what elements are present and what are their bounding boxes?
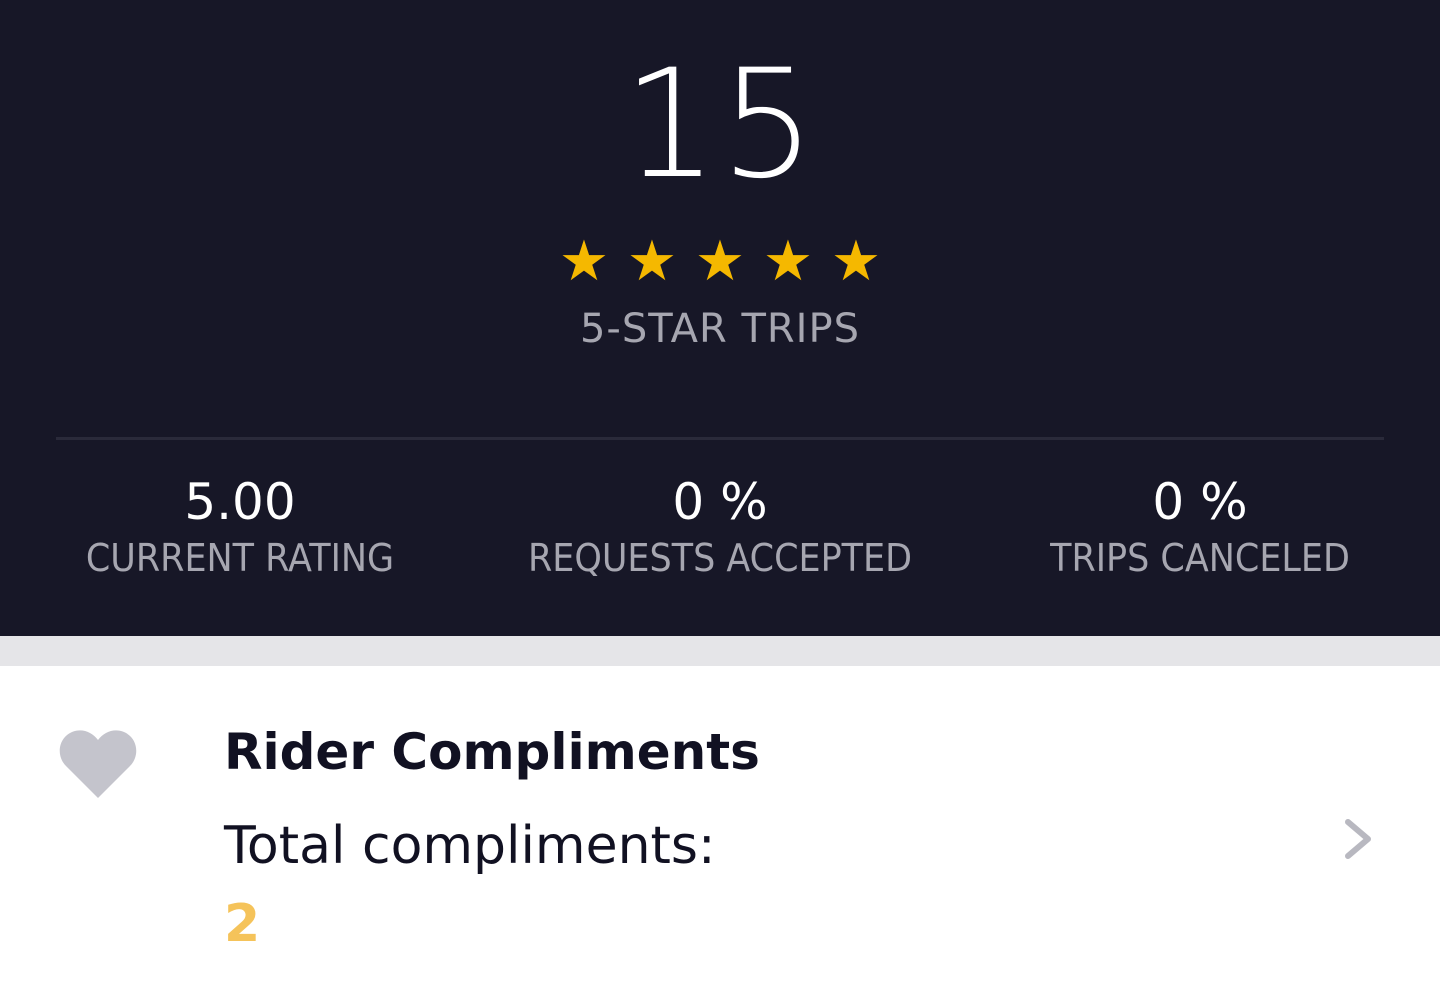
star-icon: ★	[626, 229, 678, 294]
current-rating-value: 5.00	[184, 473, 296, 531]
rider-compliments-row[interactable]	[0, 666, 1440, 1008]
compliments-title: Rider Compliments	[224, 723, 760, 781]
star-icon: ★	[762, 229, 814, 294]
total-compliments-value: 2	[224, 894, 261, 954]
trips-canceled-label: TRIPS CANCELED	[1050, 536, 1350, 580]
chevron-right-icon[interactable]	[1338, 816, 1378, 862]
five-star-trips-label: 5-STAR TRIPS	[579, 306, 860, 352]
star-icon: ★	[830, 229, 882, 294]
section-separator	[0, 636, 1440, 666]
stats-divider	[56, 437, 1384, 440]
trips-canceled-stat: 0 % TRIPS CANCELED	[960, 472, 1440, 584]
requests-accepted-label: REQUESTS ACCEPTED	[527, 536, 913, 580]
current-rating-stat: 5.00 CURRENT RATING	[0, 472, 480, 584]
star-rating: ★ ★ ★ ★ ★	[0, 232, 1440, 292]
five-star-trip-count: 15	[622, 38, 818, 212]
star-icon: ★	[558, 229, 610, 294]
heart-icon	[59, 730, 137, 798]
total-compliments-label: Total compliments:	[224, 816, 716, 876]
requests-accepted-stat: 0 % REQUESTS ACCEPTED	[480, 472, 960, 584]
current-rating-label: CURRENT RATING	[85, 536, 395, 580]
star-icon: ★	[694, 229, 746, 294]
requests-accepted-value: 0 %	[672, 473, 768, 531]
driver-stats-panel: 15 ★ ★ ★ ★ ★ 5-STAR TRIPS 5.00 CURRENT R…	[0, 0, 1440, 636]
trips-canceled-value: 0 %	[1152, 473, 1248, 531]
